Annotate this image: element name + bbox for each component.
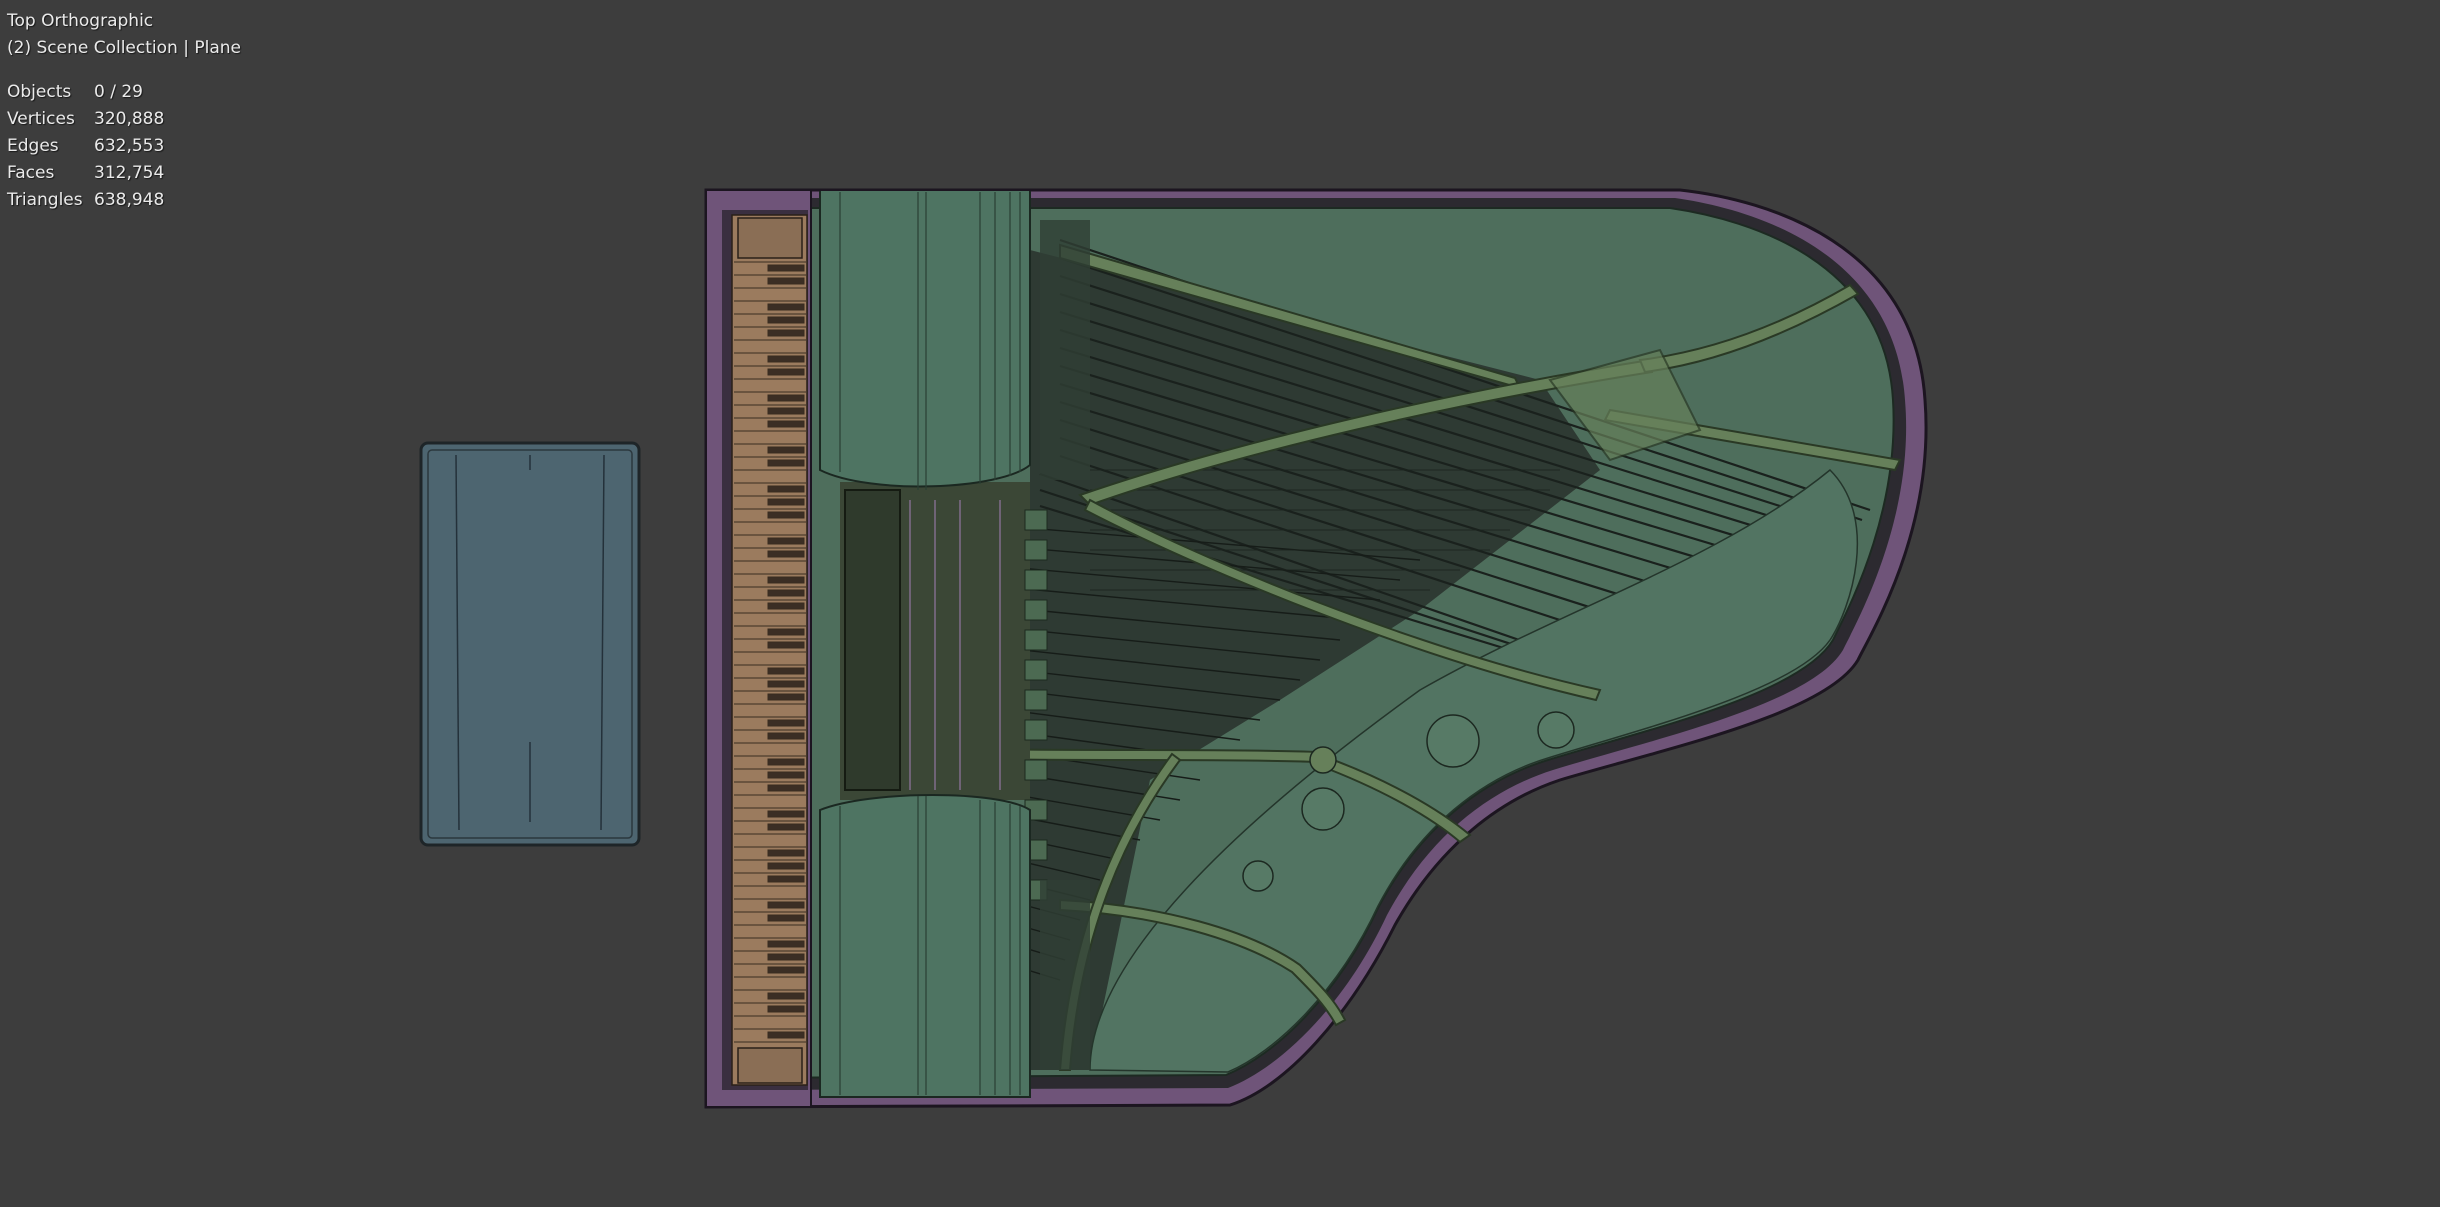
black-key [767, 823, 805, 831]
black-key [767, 901, 805, 909]
stat-triangles: Triangles 638,948 [7, 187, 241, 214]
black-key [767, 641, 805, 649]
cheek-block-bottom [819, 794, 1031, 1098]
keyboard[interactable] [705, 189, 812, 1108]
cheek-block-top [819, 189, 1031, 490]
black-key [767, 1031, 805, 1039]
black-key [767, 511, 805, 519]
black-key [767, 602, 805, 610]
black-key [767, 589, 805, 597]
black-key [767, 355, 805, 363]
black-key [767, 758, 805, 766]
black-key [767, 849, 805, 857]
stat-edges: Edges 632,553 [7, 133, 241, 160]
black-key [767, 680, 805, 688]
black-key [767, 953, 805, 961]
black-key [767, 407, 805, 415]
stat-value: 320,888 [94, 109, 165, 129]
view-name: Top Orthographic [7, 11, 154, 31]
black-key [767, 1005, 805, 1013]
black-key [767, 940, 805, 948]
black-key [767, 316, 805, 324]
black-key [767, 576, 805, 584]
piano-bench[interactable] [419, 441, 641, 847]
black-key [767, 810, 805, 818]
black-key [767, 875, 805, 883]
viewport-overlay-text: Top Orthographic (2) Scene Collection | … [7, 8, 241, 214]
stat-value: 312,754 [94, 163, 165, 183]
black-key [767, 693, 805, 701]
black-key [767, 771, 805, 779]
black-key [767, 485, 805, 493]
black-key [767, 550, 805, 558]
stat-value: 0 / 29 [94, 82, 143, 102]
black-key [767, 667, 805, 675]
black-key [767, 303, 805, 311]
black-key [767, 459, 805, 467]
stat-vertices: Vertices 320,888 [7, 106, 241, 133]
black-key [767, 537, 805, 545]
stat-label: Vertices [7, 109, 75, 129]
stat-objects: Objects 0 / 29 [7, 79, 241, 106]
black-key [767, 914, 805, 922]
black-key [767, 446, 805, 454]
stat-label: Faces [7, 163, 55, 183]
black-key [767, 719, 805, 727]
black-key [767, 277, 805, 285]
stat-label: Edges [7, 136, 59, 156]
stat-faces: Faces 312,754 [7, 160, 241, 187]
3d-viewport[interactable] [0, 0, 2440, 1207]
collection-info: (2) Scene Collection | Plane [7, 38, 241, 58]
stat-label: Objects [7, 82, 72, 102]
black-key [767, 498, 805, 506]
stat-value: 638,948 [94, 190, 165, 210]
black-key [767, 784, 805, 792]
stat-label: Triangles [7, 190, 83, 210]
black-key [767, 394, 805, 402]
stat-value: 632,553 [94, 136, 165, 156]
black-key [767, 628, 805, 636]
black-key [767, 966, 805, 974]
black-key [767, 420, 805, 428]
black-key [767, 264, 805, 272]
black-key [767, 732, 805, 740]
black-key [767, 368, 805, 376]
black-key [767, 862, 805, 870]
black-key [767, 992, 805, 1000]
black-key [767, 329, 805, 337]
